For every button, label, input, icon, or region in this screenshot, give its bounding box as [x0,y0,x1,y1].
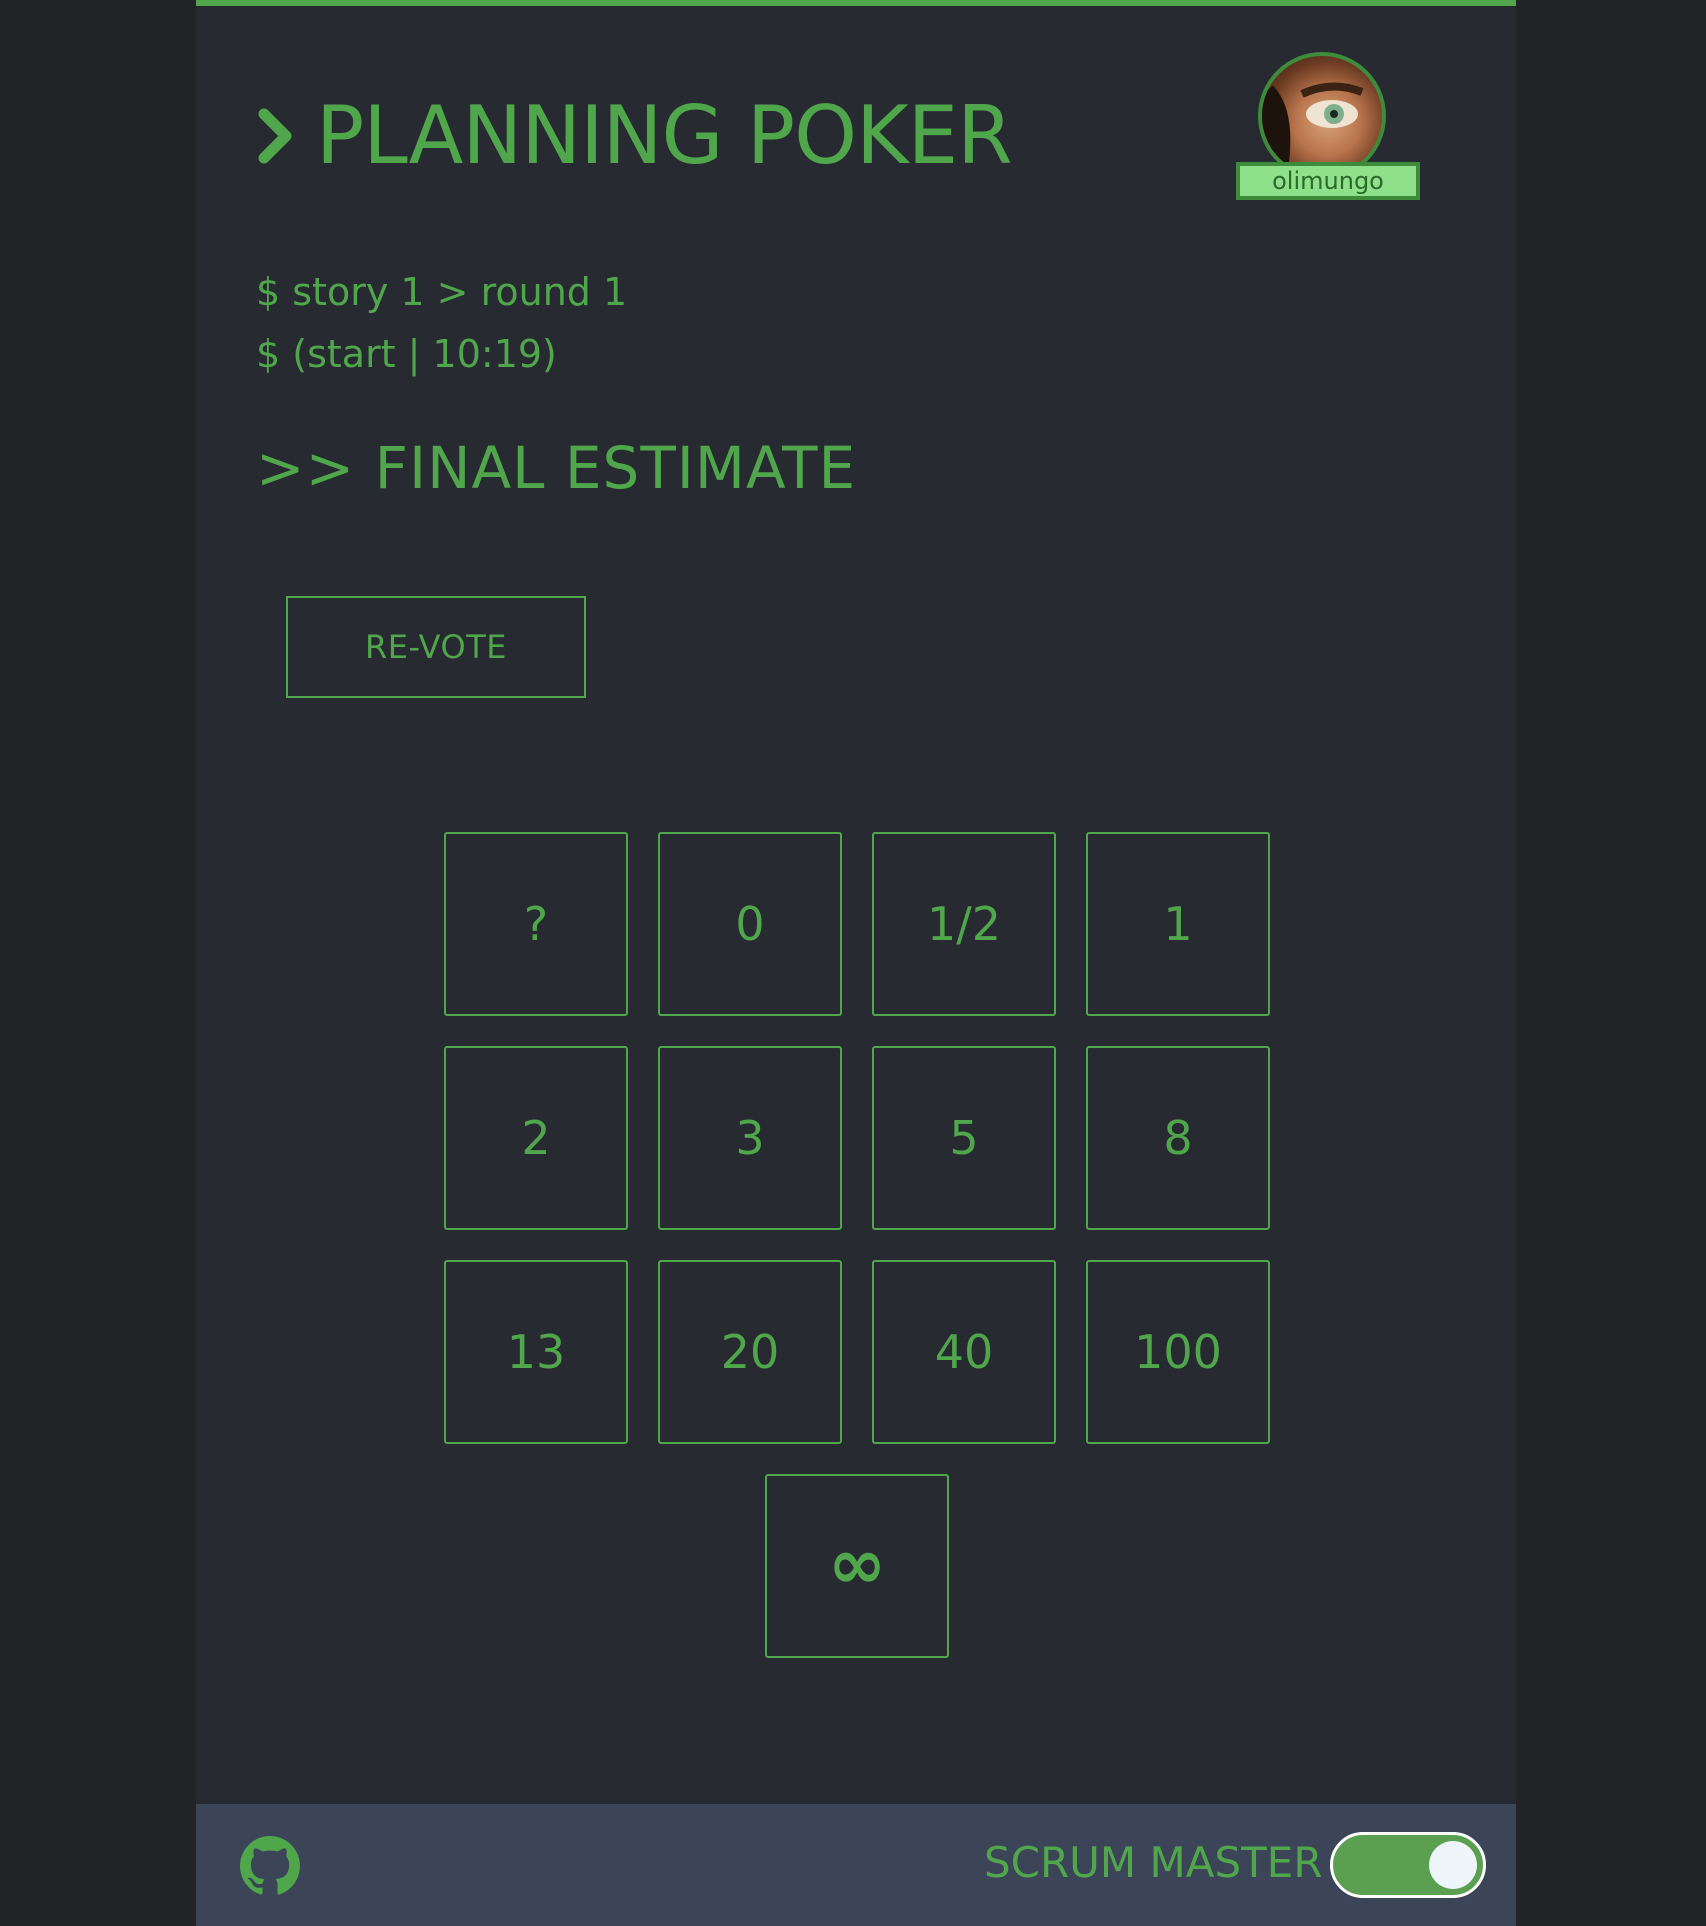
card-100[interactable]: 100 [1086,1260,1270,1444]
github-icon[interactable] [240,1836,300,1896]
title-row: PLANNING POKER [256,89,1013,182]
avatar-face-icon [1262,82,1364,176]
card-3[interactable]: 3 [658,1046,842,1230]
card-half[interactable]: 1/2 [872,832,1056,1016]
scrum-master-toggle[interactable] [1330,1832,1486,1898]
card-infinity[interactable]: ∞ [765,1474,949,1658]
chevron-right-icon [258,108,292,164]
app-container: PLANNING POKER olimungo $ story 1 > roun… [196,0,1516,1926]
user-avatar-badge[interactable]: olimungo [1236,52,1420,202]
card-5[interactable]: 5 [872,1046,1056,1230]
card-40[interactable]: 40 [872,1260,1056,1444]
story-info: $ story 1 > round 1 $ (start | 10:19) [256,261,627,385]
card-13[interactable]: 13 [444,1260,628,1444]
start-time-text: $ (start | 10:19) [256,332,557,376]
card-question[interactable]: ? [444,832,628,1016]
footer: SCRUM MASTER [196,1804,1516,1926]
card-deck: ? 0 1/2 1 2 3 5 8 13 20 40 100 ∞ [444,832,1320,1662]
avatar[interactable] [1258,52,1386,180]
card-20[interactable]: 20 [658,1260,842,1444]
story-round-text: $ story 1 > round 1 [256,270,628,314]
username-label: olimungo [1236,162,1420,200]
revote-button[interactable]: RE-VOTE [286,596,586,698]
toggle-knob [1429,1841,1477,1889]
page-title: PLANNING POKER [316,89,1013,182]
card-0[interactable]: 0 [658,832,842,1016]
card-8[interactable]: 8 [1086,1046,1270,1230]
card-2[interactable]: 2 [444,1046,628,1230]
final-estimate-heading: >> FINAL ESTIMATE [256,434,857,502]
infinity-icon: ∞ [827,1523,887,1605]
card-1[interactable]: 1 [1086,832,1270,1016]
scrum-master-label: SCRUM MASTER [984,1838,1323,1887]
